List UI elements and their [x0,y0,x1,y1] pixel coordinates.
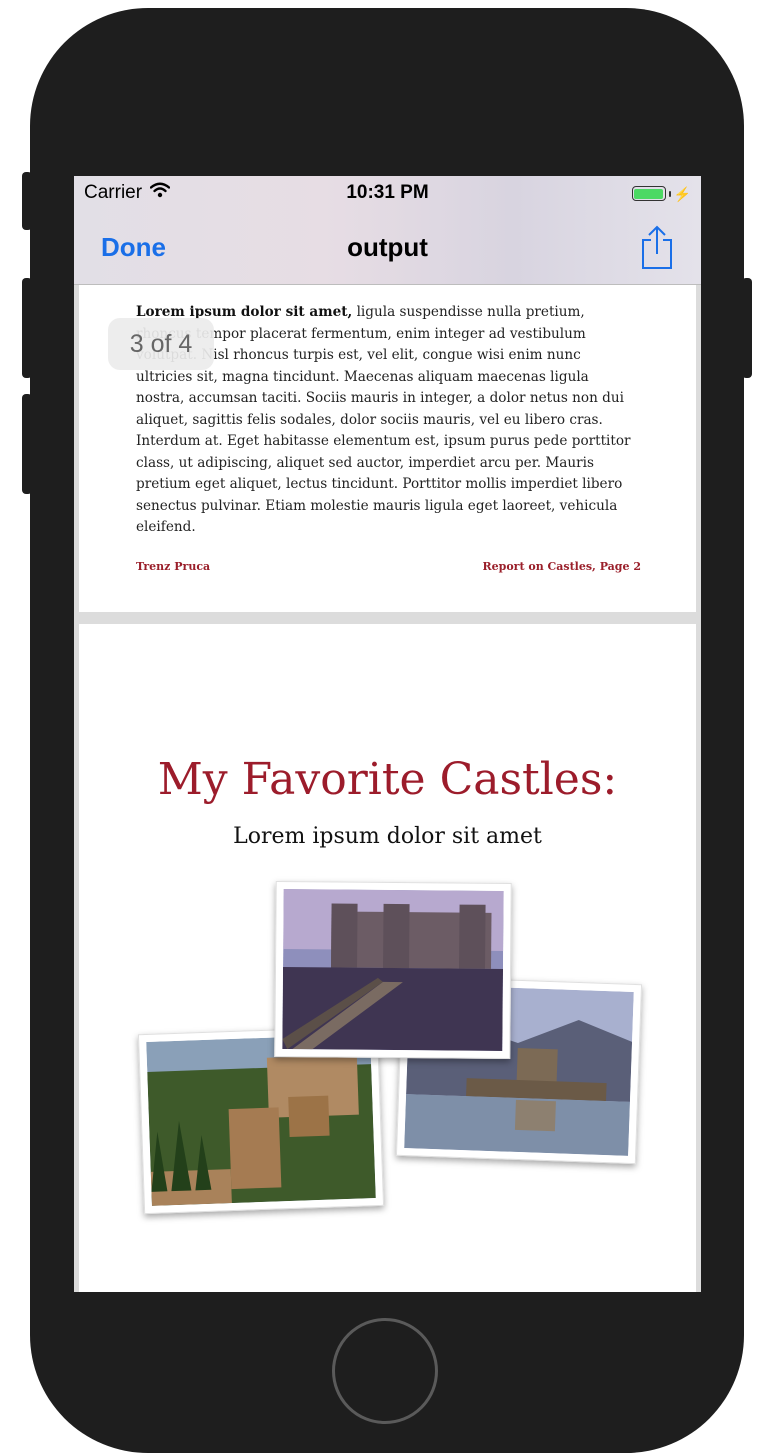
phone-screen: Carrier 10:31 PM ⚡ Done output 3 of 4 Lo… [74,176,701,1292]
page-title: My Favorite Castles: [157,754,618,805]
footer-author: Trenz Pruca [136,560,211,573]
page-subtitle: Lorem ipsum dolor sit amet [233,824,542,849]
page-indicator: 3 of 4 [108,318,214,370]
clock: 10:31 PM [346,182,429,203]
footer-report-title: Report on Castles, Page 2 [482,560,641,573]
castle-photo-bodiam [274,880,512,1060]
battery-icon: ⚡ [631,185,691,202]
nav-title: output [347,232,428,262]
share-icon [642,225,672,269]
navigation-bar: Carrier 10:31 PM ⚡ Done output [74,176,701,285]
status-bar: Carrier 10:31 PM ⚡ [74,182,701,212]
share-button[interactable] [639,224,675,270]
charging-icon: ⚡ [673,185,691,202]
home-button[interactable] [332,1318,438,1424]
document-viewer[interactable]: 3 of 4 Lorem ipsum dolor sit amet, ligul… [74,284,701,1292]
document-page-castles: My Favorite Castles: Lorem ipsum dolor s… [79,624,696,1292]
